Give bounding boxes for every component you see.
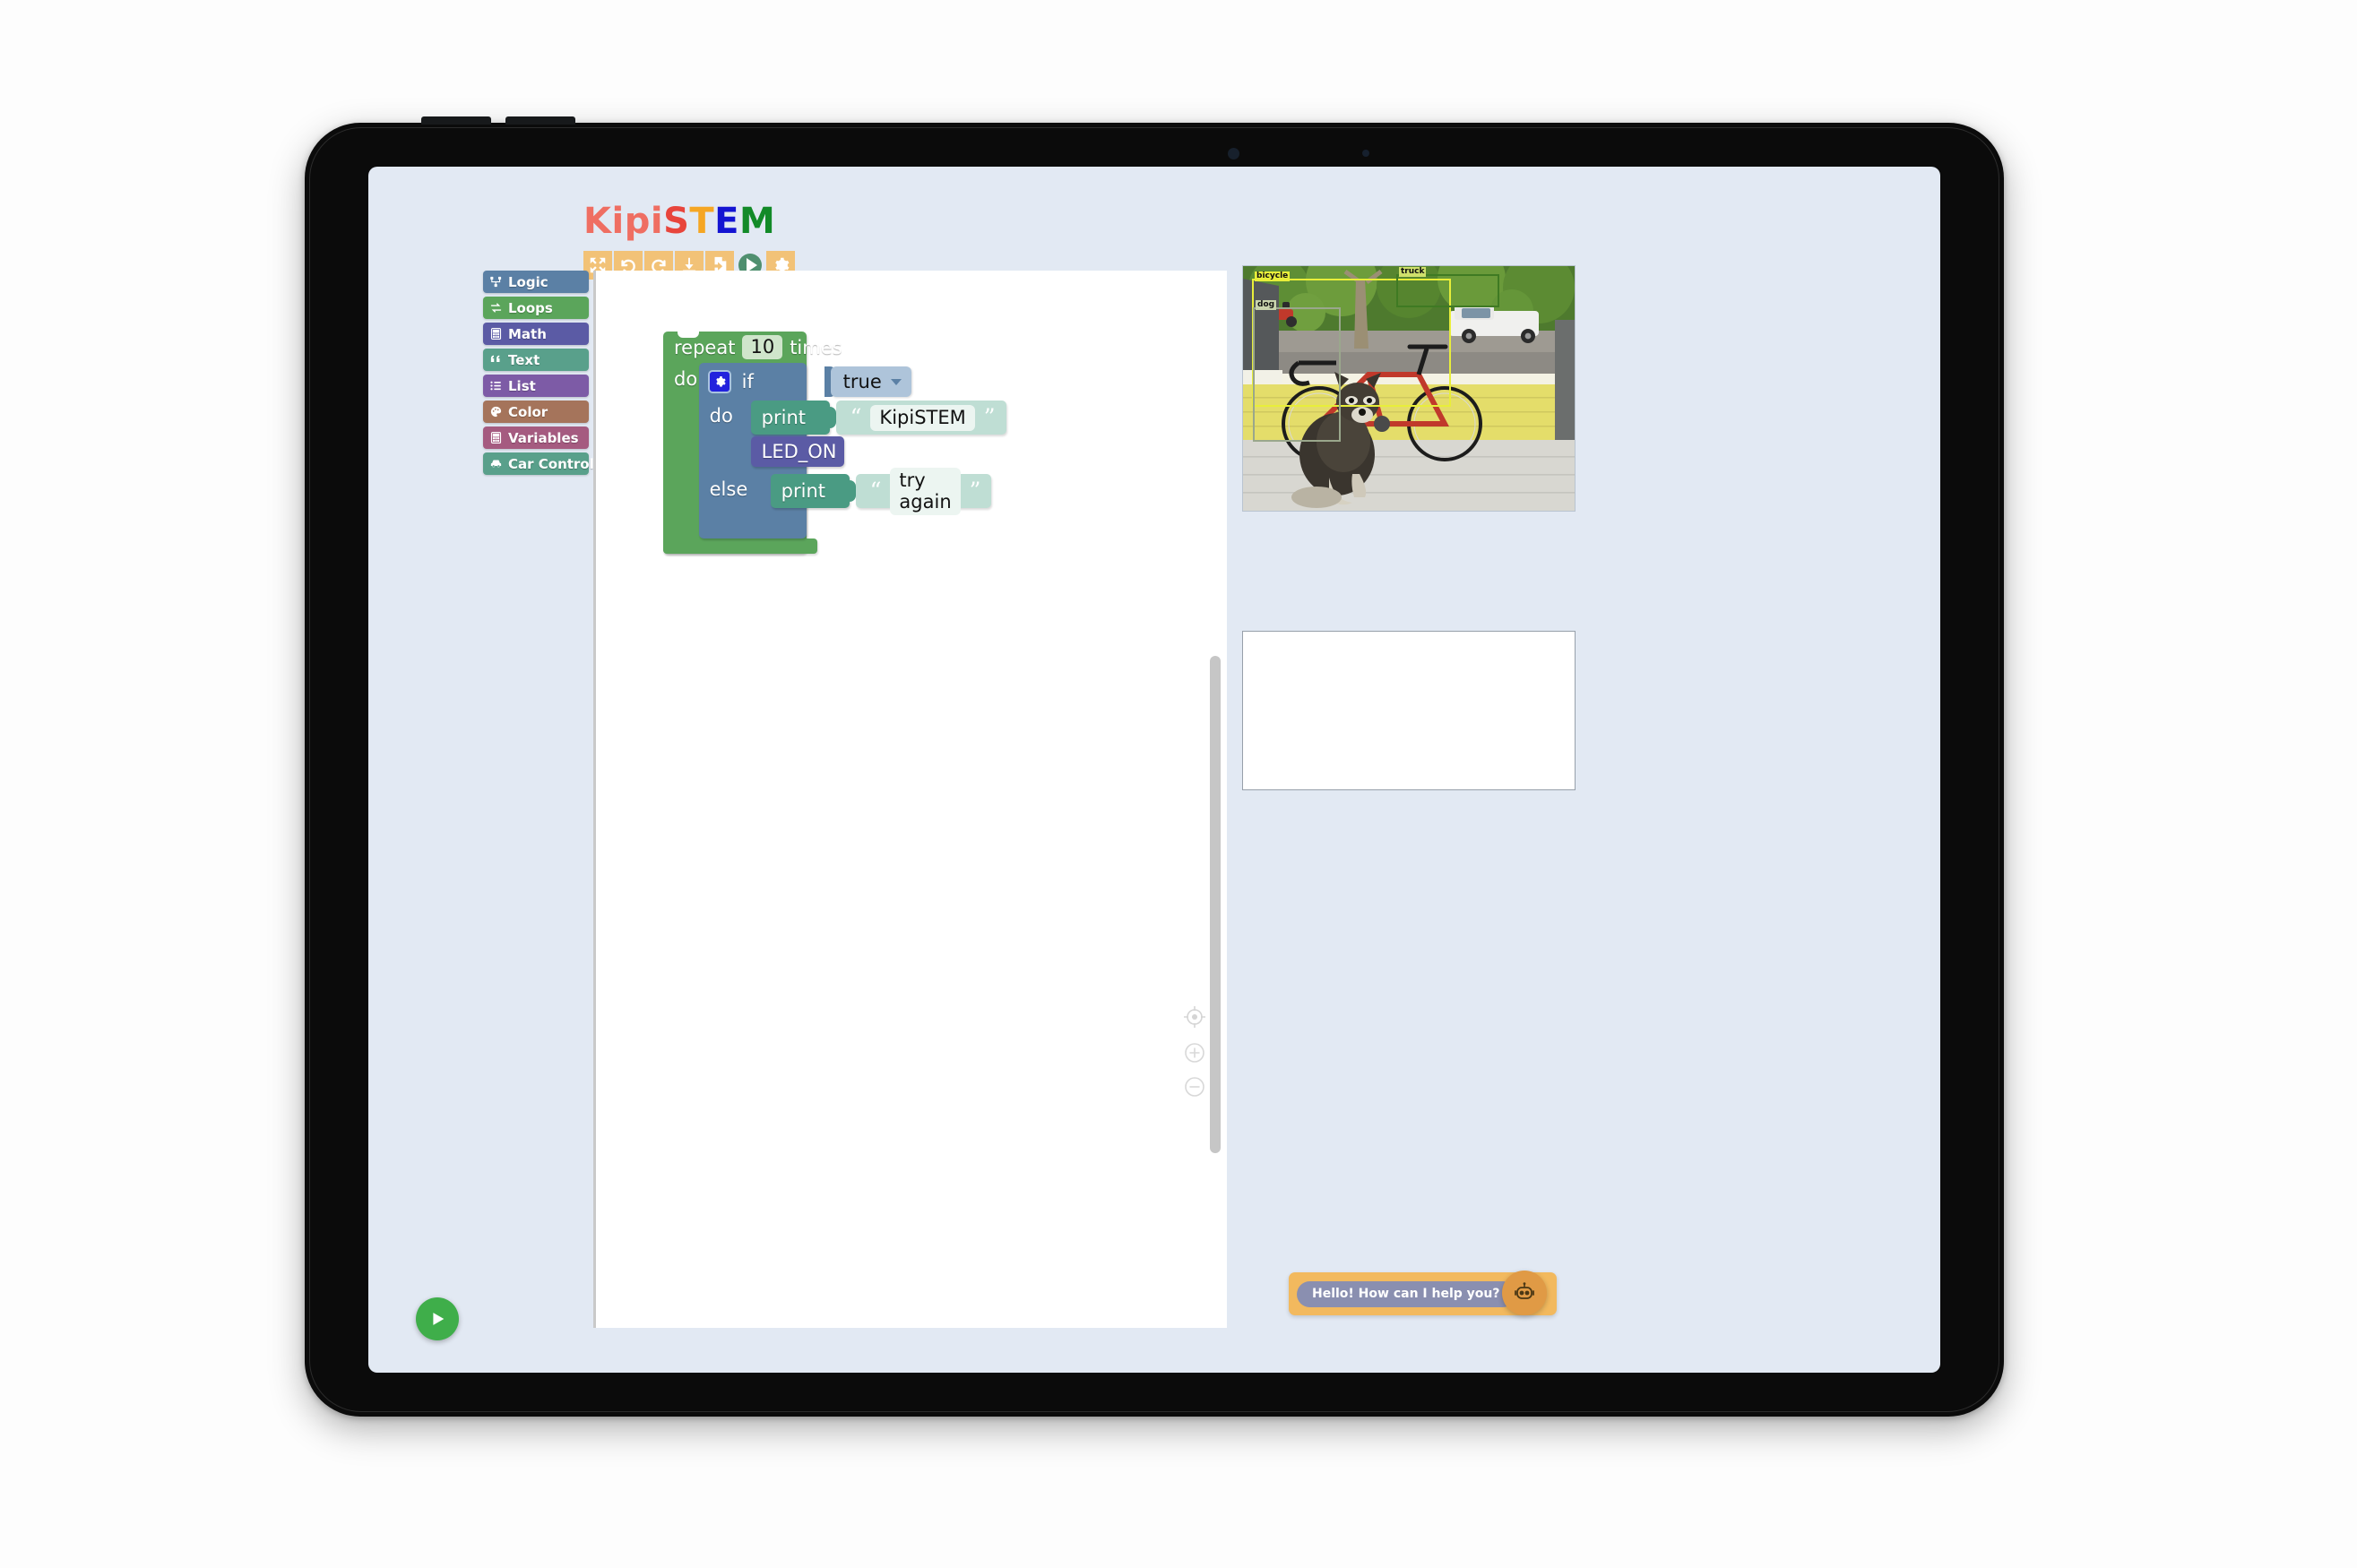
- sidebar-item-math[interactable]: Math: [483, 323, 589, 345]
- sidebar-item-label: Math: [508, 325, 547, 342]
- if-else-block[interactable]: if true do print “ KipiSTEM ” LED_ON els…: [698, 363, 1006, 538]
- open-quote-icon: “: [869, 478, 882, 504]
- zoom-out-button[interactable]: [1181, 1073, 1208, 1100]
- palette-icon: [490, 406, 502, 418]
- calculator-icon: [490, 328, 502, 340]
- zoom-in-button[interactable]: [1181, 1039, 1208, 1066]
- front-camera: [1228, 148, 1239, 159]
- close-quote-icon: ”: [969, 478, 981, 504]
- detection-label-bicycle: bicycle: [1255, 271, 1291, 281]
- volume-up-button[interactable]: [421, 116, 491, 125]
- sidebar-item-label: List: [508, 377, 536, 394]
- close-quote-icon: ”: [983, 404, 996, 430]
- detection-image: [1243, 266, 1575, 511]
- condition-value: true: [842, 371, 882, 392]
- chat-greeting-text: Hello! How can I help you?: [1297, 1280, 1515, 1307]
- block-toolbox: Logic Loops Math Text List Color Variabl…: [483, 271, 594, 475]
- workspace-scrollbar[interactable]: [1210, 656, 1221, 1153]
- detection-label-truck: truck: [1399, 267, 1427, 277]
- else-label: else: [709, 478, 748, 500]
- print-label: print: [761, 407, 806, 428]
- value-socket: [843, 480, 856, 502]
- play-icon: [433, 1313, 445, 1325]
- string-block-else[interactable]: “ try again ”: [855, 467, 992, 515]
- logo-letter: T: [689, 201, 715, 242]
- detection-label-dog: dog: [1256, 300, 1277, 310]
- mutator-gear-icon[interactable]: [707, 370, 731, 393]
- tablet-screen: KipiSTEM Logic Loops Math Text List Colo…: [368, 167, 1940, 1373]
- sidebar-item-label: Car Control: [508, 455, 594, 472]
- open-quote-icon: “: [850, 404, 862, 430]
- object-detection-preview: bicycle truck dog: [1242, 265, 1576, 512]
- sidebar-item-loops[interactable]: Loops: [483, 297, 589, 319]
- quote-icon: [490, 355, 500, 362]
- string-value-else[interactable]: try again: [890, 467, 961, 515]
- sidebar-item-label: Text: [508, 351, 540, 368]
- block-stack: repeat 10 times do if true do print “ Ki…: [663, 332, 1006, 554]
- if-do-label: do: [709, 405, 733, 426]
- condition-dropdown[interactable]: true: [830, 366, 911, 397]
- sidebar-item-text[interactable]: Text: [483, 349, 589, 371]
- value-socket: [824, 407, 836, 428]
- string-value-then[interactable]: KipiSTEM: [870, 404, 975, 431]
- repeat-count-field[interactable]: 10: [742, 335, 783, 359]
- repeat-icon: [490, 303, 502, 313]
- blockly-workspace[interactable]: repeat 10 times do if true do print “ Ki…: [593, 271, 1227, 1328]
- sidebar-item-label: Variables: [508, 429, 579, 446]
- led-on-label: LED_ON: [761, 441, 837, 462]
- led-on-block[interactable]: LED_ON: [750, 436, 844, 467]
- sidebar-item-label: Color: [508, 403, 548, 420]
- sidebar-item-variables[interactable]: Variables: [483, 426, 589, 449]
- car-icon: [490, 460, 502, 468]
- print-block-then[interactable]: print: [750, 401, 836, 435]
- run-program-button[interactable]: [416, 1297, 459, 1340]
- logo-letter: E: [714, 201, 739, 242]
- repeat-block-foot: [663, 538, 817, 554]
- logo-letter: S: [663, 201, 690, 242]
- logo-letter: M: [739, 201, 776, 242]
- sitemap-icon: [490, 276, 502, 288]
- sidebar-item-label: Loops: [508, 299, 553, 316]
- center-workspace-button[interactable]: [1181, 1004, 1208, 1030]
- ambient-light-sensor: [1362, 150, 1369, 157]
- calculator-icon: [490, 432, 502, 444]
- block-notch: [678, 332, 699, 338]
- if-do-row: do print “ KipiSTEM ” LED_ON: [699, 401, 1006, 474]
- list-icon: [490, 381, 501, 391]
- if-else-row: else print “ try again ”: [699, 467, 992, 522]
- sidebar-item-logic[interactable]: Logic: [483, 271, 589, 293]
- chat-assistant-button[interactable]: [1502, 1271, 1547, 1315]
- tablet-device-frame: KipiSTEM Logic Loops Math Text List Colo…: [305, 116, 2004, 1417]
- repeat-body: do if true do print “ KipiSTEM ” LED_ON …: [663, 363, 1006, 538]
- sidebar-item-list[interactable]: List: [483, 375, 589, 397]
- chevron-down-icon: [890, 378, 902, 385]
- repeat-suffix-label: times: [790, 336, 842, 358]
- repeat-do-label: do: [674, 368, 698, 390]
- print-label: print: [781, 480, 825, 502]
- sidebar-item-color[interactable]: Color: [483, 401, 589, 423]
- volume-down-button[interactable]: [505, 116, 575, 125]
- sidebar-item-car-control[interactable]: Car Control: [483, 452, 594, 475]
- repeat-prefix-label: repeat: [674, 336, 736, 358]
- chat-robot-icon: [1515, 1282, 1534, 1299]
- app-logo: KipiSTEM: [583, 201, 775, 242]
- output-textarea[interactable]: [1242, 631, 1576, 790]
- logo-letter: Kipi: [583, 201, 664, 242]
- if-header: if: [699, 363, 807, 401]
- sidebar-item-label: Logic: [508, 273, 548, 290]
- repeat-loop-block[interactable]: repeat 10 times do if true do print “ Ki…: [663, 332, 1006, 554]
- if-label: if: [741, 371, 754, 392]
- print-block-else[interactable]: print: [770, 474, 856, 508]
- string-block-then[interactable]: “ KipiSTEM ”: [835, 401, 1006, 435]
